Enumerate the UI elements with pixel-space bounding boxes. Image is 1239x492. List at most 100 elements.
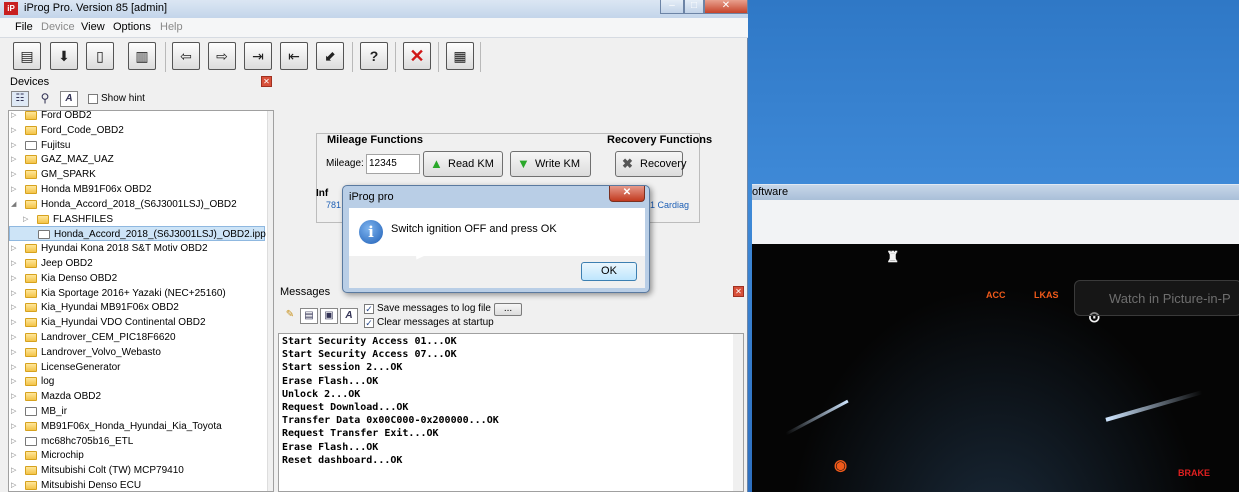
show-hint-checkbox[interactable] bbox=[88, 94, 98, 104]
background-video-window[interactable]: oftware ♜ ACC LKAS ⊙ ◉ BRAKE Watch in Pi… bbox=[752, 184, 1239, 492]
expand-icon[interactable]: ▷ bbox=[11, 271, 19, 286]
tree-item[interactable]: ▷ MB91F06x_Honda_Hyundai_Kia_Toyota bbox=[9, 419, 265, 434]
read-km-button[interactable]: ▲ Read KM bbox=[423, 151, 503, 177]
expand-icon[interactable]: ▷ bbox=[11, 182, 19, 197]
expand-icon[interactable]: ▷ bbox=[11, 330, 19, 345]
tree-item[interactable]: ▷ LicenseGenerator bbox=[9, 360, 265, 375]
read-icon[interactable]: ⇦ bbox=[172, 42, 200, 70]
toolbar-separator bbox=[395, 42, 396, 72]
menu-view[interactable]: View bbox=[81, 21, 105, 33]
tree-scrollbar[interactable] bbox=[267, 111, 273, 491]
chip-icon[interactable]: ▥ bbox=[128, 42, 156, 70]
tree-item[interactable]: ▷ Mitsubishi Colt (TW) MCP79410 bbox=[9, 463, 265, 478]
expand-icon[interactable]: ▷ bbox=[11, 434, 19, 449]
new-file-icon[interactable]: ▯ bbox=[86, 42, 114, 70]
maximize-button[interactable]: □ bbox=[684, 0, 704, 14]
expand-icon[interactable]: ▷ bbox=[11, 389, 19, 404]
menu-options[interactable]: Options bbox=[113, 21, 151, 33]
show-hint-label: Show hint bbox=[101, 93, 145, 104]
search-icon[interactable]: ⚲ bbox=[36, 91, 54, 107]
open-icon[interactable]: ▤ bbox=[13, 42, 41, 70]
expand-icon[interactable]: ▷ bbox=[11, 448, 19, 463]
help-icon[interactable]: ? bbox=[360, 42, 388, 70]
tree-item[interactable]: ▷ Landrover_CEM_PIC18F6620 bbox=[9, 330, 265, 345]
expand-icon[interactable]: ▷ bbox=[11, 138, 19, 153]
minimize-button[interactable]: – bbox=[660, 0, 684, 14]
expand-icon[interactable]: ▷ bbox=[11, 286, 19, 301]
clear-at-startup-checkbox[interactable]: ✓ bbox=[364, 318, 374, 328]
font-icon[interactable]: A bbox=[340, 308, 358, 324]
menu-device[interactable]: Device bbox=[41, 21, 75, 33]
browse-log-button[interactable]: ... bbox=[494, 303, 522, 316]
close-window-button[interactable]: ✕ bbox=[704, 0, 748, 14]
expand-icon[interactable]: ▷ bbox=[11, 463, 19, 478]
write-km-button[interactable]: ▼ Write KM bbox=[510, 151, 591, 177]
tree-item-label: Jeep OBD2 bbox=[41, 258, 93, 269]
tree-item[interactable]: ▷ Microchip bbox=[9, 448, 265, 463]
titlebar[interactable]: iP iProg Pro. Version 85 [admin] – □ ✕ bbox=[0, 0, 748, 18]
expand-icon[interactable]: ▷ bbox=[11, 111, 19, 123]
expand-icon[interactable]: ▷ bbox=[11, 167, 19, 182]
tree-item[interactable]: ▷ Hyundai Kona 2018 S&T Motiv OBD2 bbox=[9, 241, 265, 256]
tree-item[interactable]: ▷ Fujitsu bbox=[9, 138, 265, 153]
tree-item[interactable]: Honda_Accord_2018_(S6J3001LSJ)_OBD2.ipp bbox=[9, 226, 266, 242]
tree-view-icon[interactable]: ☷ bbox=[11, 91, 29, 107]
tree-item[interactable]: ▷ Mitsubishi Denso ECU bbox=[9, 478, 265, 491]
expand-icon[interactable]: ▷ bbox=[11, 345, 19, 360]
tree-item[interactable]: ▷ GM_SPARK bbox=[9, 167, 265, 182]
copy-icon[interactable]: ▤ bbox=[300, 308, 318, 324]
tree-item[interactable]: ▷ log bbox=[9, 374, 265, 389]
tree-item[interactable]: ▷ Landrover_Volvo_Webasto bbox=[9, 345, 265, 360]
devices-close-icon[interactable]: ✕ bbox=[261, 76, 272, 87]
collapse-icon[interactable]: ◢ bbox=[11, 197, 19, 212]
tree-item[interactable]: ▷ Kia Denso OBD2 bbox=[9, 271, 265, 286]
expand-icon[interactable]: ▷ bbox=[11, 374, 19, 389]
tree-item[interactable]: ◢ Honda_Accord_2018_(S6J3001LSJ)_OBD2 bbox=[9, 197, 265, 212]
menu-help[interactable]: Help bbox=[160, 21, 183, 33]
tree-item[interactable]: ▷ Kia_Hyundai VDO Continental OBD2 bbox=[9, 315, 265, 330]
tree-item[interactable]: ▷ mc68hc705b16_ETL bbox=[9, 434, 265, 449]
log-scrollbar[interactable] bbox=[733, 334, 743, 491]
expand-icon[interactable]: ▷ bbox=[11, 300, 19, 315]
save-log-checkbox[interactable]: ✓ bbox=[364, 304, 374, 314]
save-icon[interactable]: ⬇ bbox=[50, 42, 78, 70]
save-log-label: Save messages to log file bbox=[377, 303, 491, 314]
write-icon[interactable]: ⇨ bbox=[208, 42, 236, 70]
expand-icon[interactable]: ▷ bbox=[11, 123, 19, 138]
delete-icon[interactable]: ✕ bbox=[403, 42, 431, 70]
calculator-icon[interactable]: ▦ bbox=[446, 42, 474, 70]
picture-in-picture-button[interactable]: Watch in Picture-in-P bbox=[1074, 280, 1239, 316]
tree-item[interactable]: ▷ Ford_Code_OBD2 bbox=[9, 123, 265, 138]
mileage-input[interactable]: 12345 bbox=[366, 154, 420, 174]
expand-icon[interactable]: ▷ bbox=[11, 315, 19, 330]
ok-button[interactable]: OK bbox=[581, 262, 637, 281]
tree-item[interactable]: ▷ Ford OBD2 bbox=[9, 111, 265, 123]
tree-item[interactable]: ▷ Kia Sportage 2016+ Yazaki (NEC+25160) bbox=[9, 286, 265, 301]
messages-close-icon[interactable]: ✕ bbox=[733, 286, 744, 297]
dialog-close-button[interactable]: ✕ bbox=[609, 186, 645, 202]
import-icon[interactable]: ⇤ bbox=[280, 42, 308, 70]
expand-icon[interactable]: ▷ bbox=[11, 478, 19, 491]
tree-item[interactable]: ▷ Honda MB91F06x OBD2 bbox=[9, 182, 265, 197]
tree-item[interactable]: ▷ Kia_Hyundai MB91F06x OBD2 bbox=[9, 300, 265, 315]
recovery-button[interactable]: ✖ Recovery bbox=[615, 151, 686, 177]
paste-icon[interactable]: ▣ bbox=[320, 308, 338, 324]
font-icon[interactable]: A bbox=[60, 91, 78, 107]
expand-icon[interactable]: ▷ bbox=[11, 360, 19, 375]
edit-icon[interactable]: ⇥ bbox=[244, 42, 272, 70]
tree-item[interactable]: ▷ Mazda OBD2 bbox=[9, 389, 265, 404]
tree-item[interactable]: ▷ GAZ_MAZ_UAZ bbox=[9, 152, 265, 167]
expand-icon[interactable]: ▷ bbox=[11, 404, 19, 419]
clear-icon[interactable]: ✎ bbox=[281, 308, 299, 324]
expand-icon[interactable]: ▷ bbox=[11, 241, 19, 256]
background-window-titlebar[interactable]: oftware bbox=[752, 184, 1239, 200]
expand-icon[interactable]: ▷ bbox=[11, 152, 19, 167]
expand-icon[interactable]: ▷ bbox=[23, 212, 31, 227]
tree-item[interactable]: ▷ MB_ir bbox=[9, 404, 265, 419]
export-icon[interactable]: ⬋ bbox=[316, 42, 344, 70]
expand-icon[interactable]: ▷ bbox=[11, 419, 19, 434]
tree-item[interactable]: ▷ FLASHFILES bbox=[9, 212, 265, 227]
tree-item[interactable]: ▷ Jeep OBD2 bbox=[9, 256, 265, 271]
menu-file[interactable]: File bbox=[15, 21, 33, 33]
expand-icon[interactable]: ▷ bbox=[11, 256, 19, 271]
